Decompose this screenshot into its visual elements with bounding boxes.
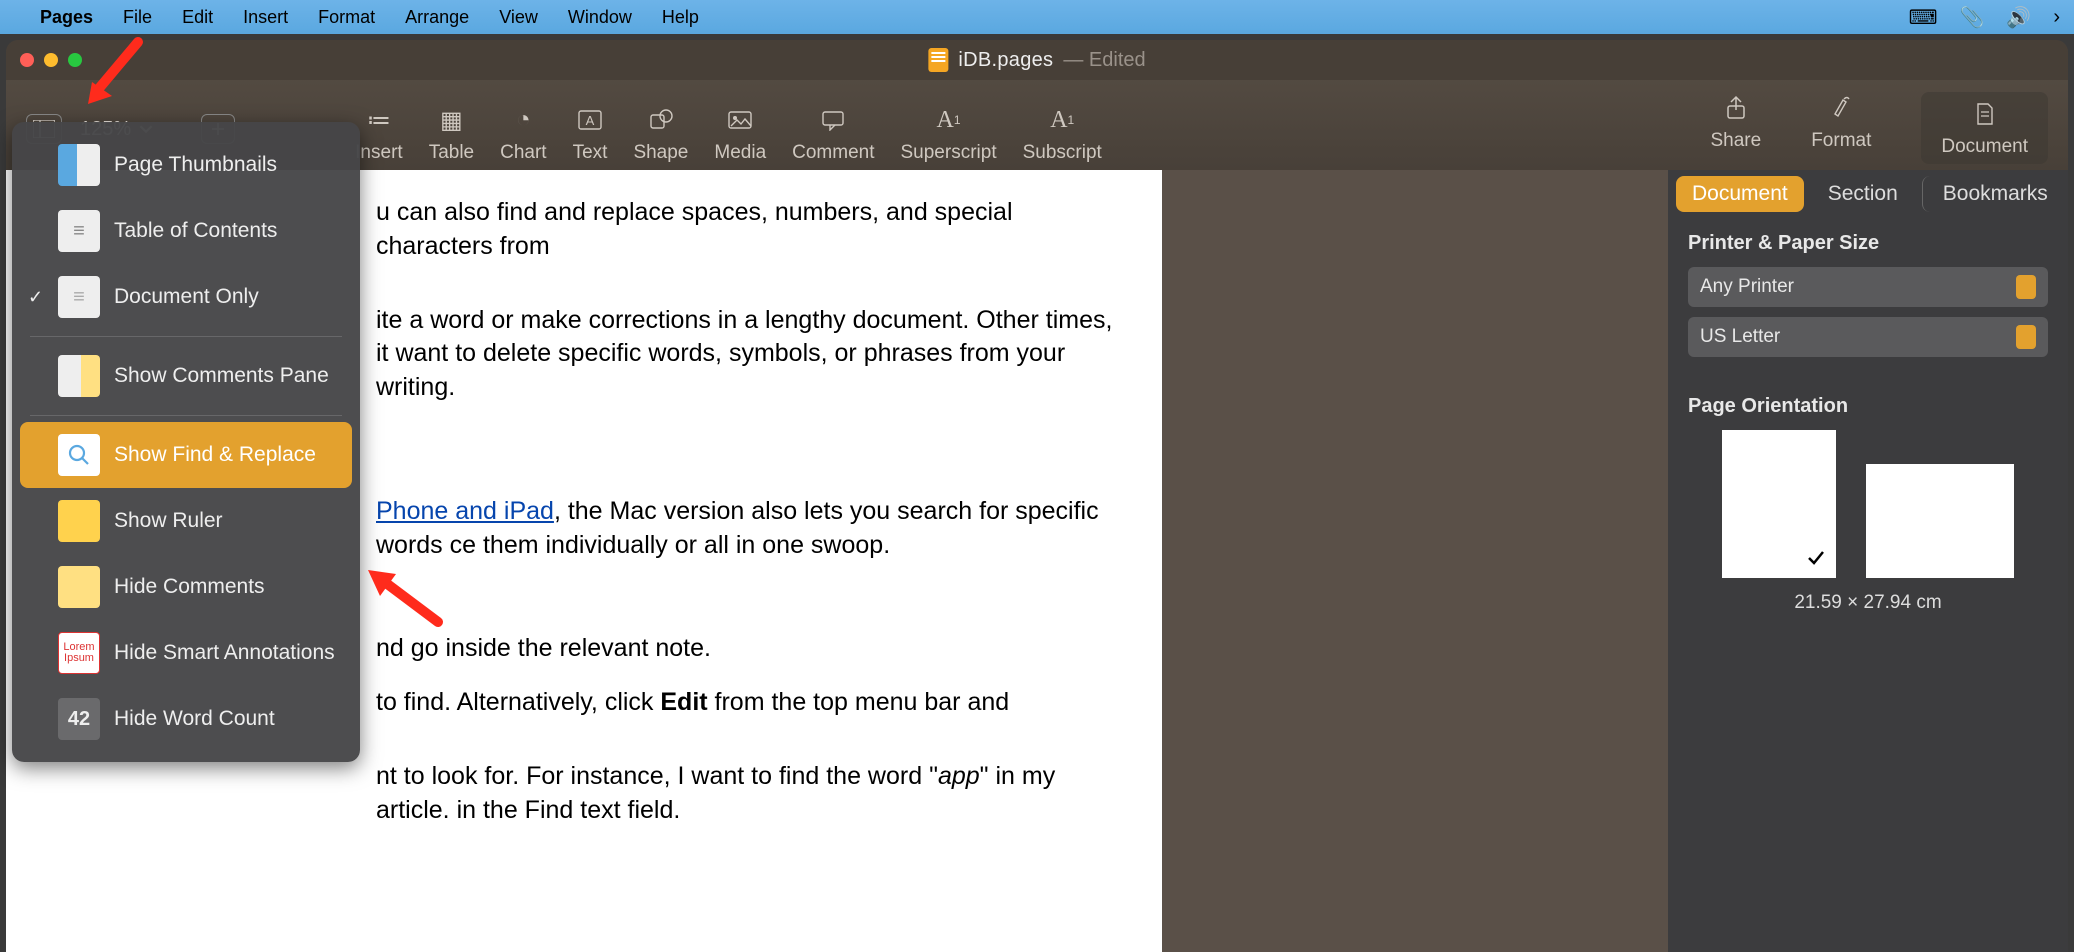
orientation-title: Page Orientation [1688, 395, 2048, 418]
printer-section: Printer & Paper Size Any Printer US Lett… [1668, 218, 2068, 381]
subscript-button[interactable]: A1Subscript [1023, 104, 1102, 164]
menu-separator [30, 336, 342, 337]
format-icon [1829, 92, 1853, 124]
menu-table-of-contents[interactable]: ≡ Table of Contents [12, 198, 360, 264]
comment-button[interactable]: Comment [792, 104, 874, 164]
paper-select[interactable]: US Letter [1688, 317, 2048, 357]
inspector-tabs: Document Section Bookmarks [1668, 170, 2068, 218]
menu-hide-smart-annotations[interactable]: LoremIpsum Hide Smart Annotations [12, 620, 360, 686]
orientation-section: Page Orientation 21.59 × 27.94 cm [1668, 381, 2068, 628]
body-text: u can also find and replace spaces, numb… [376, 196, 1122, 264]
body-text: to find. Alternatively, click Edit from … [376, 686, 1122, 720]
body-text: ite a word or make corrections in a leng… [376, 304, 1122, 405]
table-icon: ▦ [440, 104, 463, 136]
mac-menubar: Pages File Edit Insert Format Arrange Vi… [0, 0, 2074, 34]
share-icon [1725, 92, 1747, 124]
menu-insert[interactable]: Insert [243, 7, 288, 28]
document-icon [928, 48, 948, 72]
printer-section-title: Printer & Paper Size [1688, 232, 2048, 255]
superscript-button[interactable]: A1Superscript [901, 104, 997, 164]
menu-document-only[interactable]: ✓ ≡ Document Only [12, 264, 360, 330]
superscript-icon: A1 [937, 104, 961, 136]
toc-icon: ≡ [58, 210, 100, 252]
chart-button[interactable]: ◔Chart [500, 104, 546, 164]
menu-window[interactable]: Window [568, 7, 632, 28]
orientation-landscape[interactable] [1866, 464, 2014, 578]
minimize-button[interactable] [44, 53, 58, 67]
stepper-icon [2016, 275, 2036, 299]
comment-icon [58, 566, 100, 608]
menubar-menus: File Edit Insert Format Arrange View Win… [123, 7, 699, 28]
menu-edit[interactable]: Edit [182, 7, 213, 28]
toolbar-center: ≔Insert ▦Table ◔Chart A Text Shape Media… [355, 104, 1102, 164]
edited-label: — Edited [1063, 49, 1145, 72]
check-icon: ✓ [28, 287, 43, 308]
overflow-icon[interactable]: › [2053, 6, 2060, 29]
tab-document[interactable]: Document [1676, 176, 1804, 212]
menu-hide-word-count[interactable]: 42 Hide Word Count [12, 686, 360, 752]
word-count-icon: 42 [58, 698, 100, 740]
traffic-lights [20, 53, 82, 67]
menu-view[interactable]: View [499, 7, 538, 28]
annotation-arrow [78, 34, 158, 114]
app-name[interactable]: Pages [40, 7, 93, 28]
table-button[interactable]: ▦Table [429, 104, 474, 164]
check-icon [1806, 548, 1826, 568]
document-icon [1975, 98, 1995, 130]
document-button[interactable]: Document [1921, 92, 2048, 164]
body-text: nd go inside the relevant note. [376, 632, 1122, 666]
link-iphone-ipad[interactable]: Phone and iPad [376, 497, 554, 525]
menu-show-ruler[interactable]: Show Ruler [12, 488, 360, 554]
svg-text:A: A [586, 113, 595, 128]
search-icon [58, 434, 100, 476]
menu-hide-comments[interactable]: Hide Comments [12, 554, 360, 620]
menu-arrange[interactable]: Arrange [405, 7, 469, 28]
insert-icon: ≔ [367, 104, 391, 136]
share-button[interactable]: Share [1711, 92, 1762, 164]
shape-icon [648, 104, 674, 136]
titlebar: iDB.pages — Edited [6, 40, 2068, 80]
toolbar-right: Share Format Document [1711, 92, 2049, 164]
subscript-icon: A1 [1050, 104, 1074, 136]
close-button[interactable] [20, 53, 34, 67]
shape-button[interactable]: Shape [633, 104, 688, 164]
menu-file[interactable]: File [123, 7, 152, 28]
orientation-portrait[interactable] [1722, 430, 1836, 578]
format-button[interactable]: Format [1811, 92, 1871, 164]
tab-bookmarks[interactable]: Bookmarks [1922, 176, 2064, 212]
media-button[interactable]: Media [714, 104, 766, 164]
insert-button[interactable]: ≔Insert [355, 104, 403, 164]
media-icon [727, 104, 753, 136]
menubar-status-icons: ⌨ 📎 🔊 › [1909, 5, 2060, 30]
view-options-menu: Page Thumbnails ≡ Table of Contents ✓ ≡ … [12, 122, 360, 762]
tab-section[interactable]: Section [1812, 176, 1914, 212]
comments-pane-icon [58, 355, 100, 397]
inspector-panel: Document Section Bookmarks Printer & Pap… [1668, 170, 2068, 952]
printer-select[interactable]: Any Printer [1688, 267, 2048, 307]
document-only-icon: ≡ [58, 276, 100, 318]
menu-show-comments-pane[interactable]: Show Comments Pane [12, 343, 360, 409]
attachment-icon[interactable]: 📎 [1960, 5, 1985, 30]
ruler-icon [58, 500, 100, 542]
chart-icon: ◔ [516, 104, 531, 136]
volume-icon[interactable]: 🔊 [2006, 5, 2031, 30]
text-icon: A [577, 104, 603, 136]
body-text: Phone and iPad, the Mac version also let… [376, 495, 1122, 563]
document-name: iDB.pages [958, 49, 1053, 72]
page-size-label: 21.59 × 27.94 cm [1688, 592, 2048, 614]
thumbnails-icon [58, 144, 100, 186]
text-button[interactable]: A Text [573, 104, 608, 164]
body-text: nt to look for. For instance, I want to … [376, 760, 1122, 828]
menu-help[interactable]: Help [662, 7, 699, 28]
menu-separator [30, 415, 342, 416]
stepper-icon [2016, 325, 2036, 349]
comment-icon [820, 104, 846, 136]
annotation-arrow [360, 562, 450, 642]
menu-page-thumbnails[interactable]: Page Thumbnails [12, 132, 360, 198]
window-title: iDB.pages — Edited [928, 48, 1145, 72]
keyboard-icon[interactable]: ⌨ [1909, 5, 1938, 30]
menu-show-find-replace[interactable]: Show Find & Replace [20, 422, 352, 488]
menu-format[interactable]: Format [318, 7, 375, 28]
lorem-icon: LoremIpsum [58, 632, 100, 674]
